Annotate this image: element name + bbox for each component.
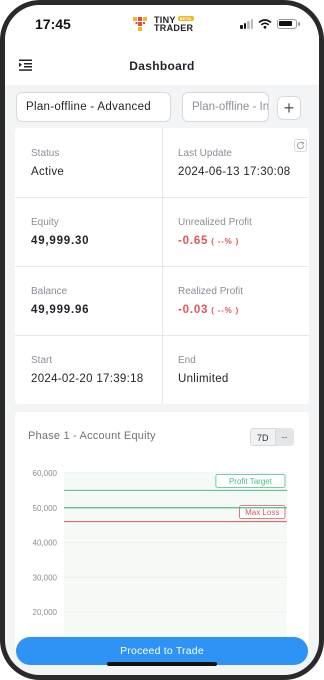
status-time: 17:45 [35, 16, 71, 32]
equity-chart: 60,000 50,000 40,000 30,000 20,000 Profit Tar… [33, 469, 288, 652]
balance-label: Balance [31, 286, 68, 297]
start-value: 2024-02-20 17:39:18 [31, 373, 144, 385]
status-cell: Status Active [15, 128, 162, 197]
cellular-signal-icon [240, 19, 253, 29]
battery-icon [277, 19, 300, 29]
brand-line-2: TRADER [154, 23, 194, 33]
proceed-to-trade-button[interactable]: Proceed to Trade [16, 637, 308, 665]
unrealized-profit-value: -0.65( --% ) [178, 235, 239, 247]
account-info-card: Status Active Last Update 2024-06-13 17:… [15, 128, 309, 404]
equity-chart-card: Phase 1 - Account Equity 7D -- 60,000 50,… [15, 412, 309, 652]
balance-value: 49,999.96 [31, 304, 90, 316]
y-tick-label: 30,000 [33, 573, 58, 582]
y-tick-label: 20,000 [33, 608, 58, 617]
home-indicator [107, 662, 217, 666]
unrealized-profit-amount: -0.65 [178, 235, 209, 247]
brand-badge: BETA [177, 16, 194, 21]
brand-name: TINY BETA TRADER [154, 16, 194, 33]
realized-profit-percent: ( --% ) [211, 306, 240, 315]
reference-label: Max Loss [245, 508, 279, 517]
last-update-label: Last Update [178, 148, 232, 159]
add-plan-button[interactable]: + [277, 96, 301, 120]
status-bar: 17:45 TINY BETA TRADER [5, 5, 319, 45]
page-title: Dashboard [129, 59, 195, 73]
unrealized-profit-label: Unrealized Profit [178, 217, 252, 228]
y-tick-label: 40,000 [33, 539, 58, 548]
unrealized-profit-percent: ( --% ) [211, 237, 240, 246]
reference-label: Profit Target [229, 477, 273, 486]
realized-profit-amount: -0.03 [178, 304, 209, 316]
plot-area [64, 473, 287, 652]
end-value: Unlimited [178, 373, 229, 385]
start-label: Start [31, 355, 53, 366]
status-label: Status [31, 148, 60, 159]
start-cell: Start 2024-02-20 17:39:18 [15, 335, 162, 404]
unrealized-profit-cell: Unrealized Profit -0.65( --% ) [162, 197, 309, 266]
last-update-cell: Last Update 2024-06-13 17:30:08 [162, 128, 309, 197]
equity-cell: Equity 49,999.30 [15, 197, 162, 266]
brand-logo: TINY BETA TRADER [132, 13, 194, 35]
status-value: Active [31, 166, 65, 178]
wifi-icon [258, 19, 272, 29]
realized-profit-cell: Realized Profit -0.03( --% ) [162, 266, 309, 335]
y-tick-label: 60,000 [33, 469, 58, 478]
equity-value: 49,999.30 [31, 235, 90, 247]
app-screen: 17:45 TINY BETA TRADER Dashboard Plan-of… [5, 5, 319, 675]
tab-plan-offline-second[interactable]: Plan-offline - In [182, 92, 269, 122]
brand-mark-icon [133, 17, 147, 31]
last-update-value: 2024-06-13 17:30:08 [178, 166, 291, 178]
equity-label: Equity [31, 217, 59, 228]
end-label: End [178, 355, 196, 366]
end-cell: End Unlimited [162, 335, 309, 404]
app-header: Dashboard [5, 45, 319, 85]
plus-icon: + [283, 97, 295, 118]
y-tick-label: 50,000 [33, 504, 58, 513]
phone-frame: 17:45 TINY BETA TRADER Dashboard Plan-of… [0, 0, 324, 680]
realized-profit-value: -0.03( --% ) [178, 304, 239, 316]
realized-profit-label: Realized Profit [178, 286, 244, 297]
balance-cell: Balance 49,999.96 [15, 266, 162, 335]
status-icons [240, 19, 300, 29]
tab-plan-offline-advanced[interactable]: Plan-offline - Advanced [16, 92, 171, 122]
plan-tabs: Plan-offline - Advanced Plan-offline - I… [5, 85, 319, 129]
